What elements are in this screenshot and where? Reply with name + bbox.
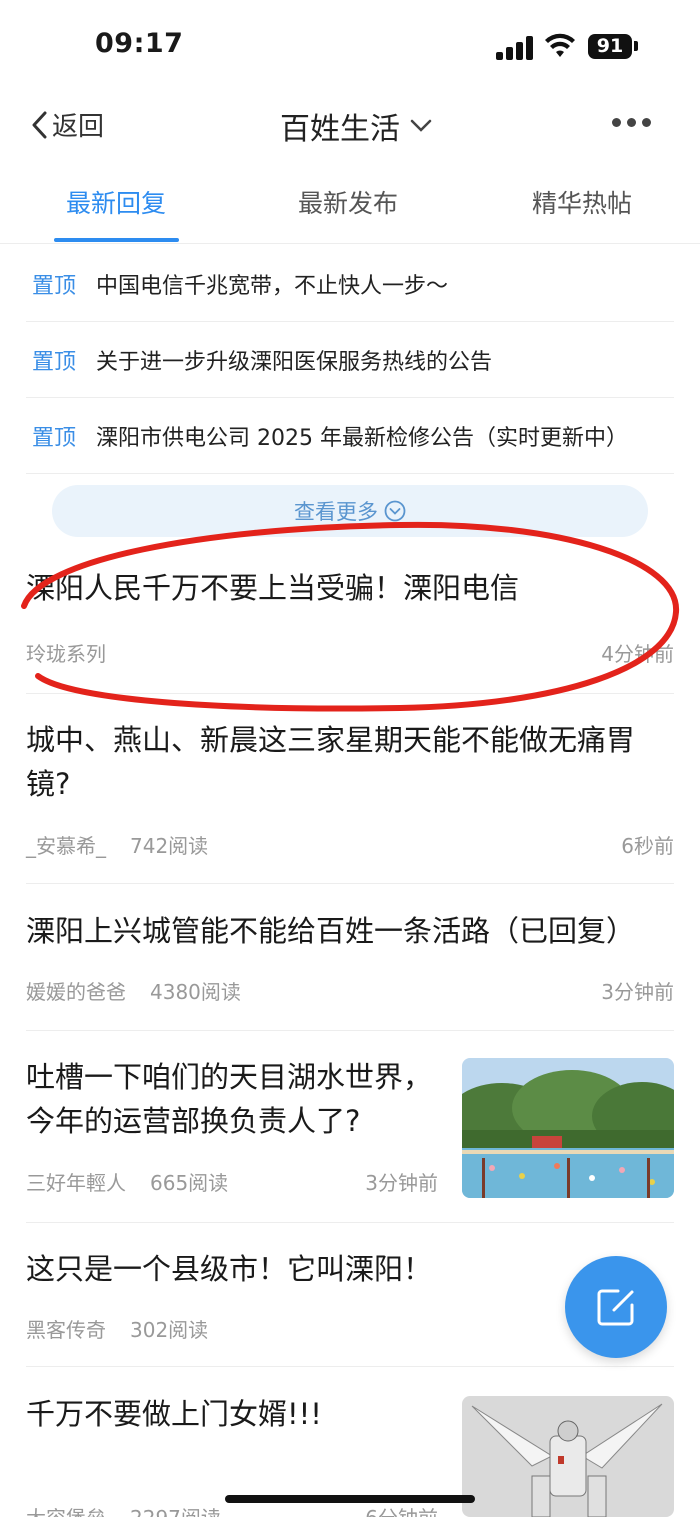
post-meta: 黑客传奇 302阅读	[26, 1314, 208, 1343]
chevron-circle-down-icon	[384, 500, 406, 522]
pinned-title: 溧阳市供电公司 2025 年最新检修公告（实时更新中）	[96, 425, 628, 451]
post-title: 吐槽一下咱们的天目湖水世界，今年的运营部换负责人了?	[26, 1060, 433, 1138]
post-time: 6分钟前	[365, 1502, 438, 1517]
compose-button[interactable]	[565, 1256, 667, 1358]
tab-active-indicator	[54, 238, 179, 242]
pinned-item[interactable]: 置顶 溧阳市供电公司 2025 年最新检修公告（实时更新中）	[26, 398, 674, 474]
battery-tip	[634, 41, 638, 51]
back-button[interactable]: 返回	[30, 106, 104, 143]
wifi-icon	[545, 33, 575, 57]
chevron-down-icon	[410, 119, 432, 132]
status-bar: 09:17 91	[0, 0, 700, 90]
edit-icon	[597, 1289, 634, 1326]
post-reads: 742阅读	[130, 834, 209, 858]
post-author: 媛媛的爸爸	[26, 980, 126, 1004]
tab-bar: 最新回复 最新发布 精华热帖	[0, 170, 700, 244]
tab-latest-reply[interactable]: 最新回复	[66, 184, 166, 220]
robot-figure-thumbnail	[462, 1396, 674, 1517]
post-author: 玲珑系列	[26, 642, 106, 666]
post-meta: 大容堡垒 2297阅读	[26, 1502, 221, 1517]
post-time: 3分钟前	[365, 1171, 438, 1195]
home-indicator	[225, 1495, 475, 1503]
pinned-tag: 置顶	[32, 273, 77, 299]
status-time: 09:17	[95, 28, 184, 59]
post-author: 大容堡垒	[26, 1502, 106, 1517]
post-meta: 媛媛的爸爸 4380阅读	[26, 976, 241, 1005]
post-title: 溧阳上兴城管能不能给百姓一条活路（已回复）	[26, 914, 636, 948]
pinned-tag: 置顶	[32, 425, 77, 451]
nav-bar: 返回 百姓生活	[0, 92, 700, 156]
post-item[interactable]: 溧阳人民千万不要上当受骗！溧阳电信 玲珑系列 4分钟前	[26, 566, 674, 694]
tab-featured[interactable]: 精华热帖	[532, 184, 632, 220]
tab-latest-post[interactable]: 最新发布	[298, 184, 398, 220]
page-title: 百姓生活	[280, 112, 400, 147]
back-label: 返回	[52, 112, 105, 142]
post-author: 黑客传奇	[26, 1318, 106, 1342]
pinned-title: 关于进一步升级溧阳医保服务热线的公告	[96, 349, 493, 375]
post-reads: 4380阅读	[150, 980, 241, 1004]
pinned-title: 中国电信千兆宽带，不止快人一步～	[96, 273, 449, 299]
post-meta: _安慕希_ 742阅读	[26, 830, 208, 859]
pinned-item[interactable]: 置顶 中国电信千兆宽带，不止快人一步～	[26, 246, 674, 322]
post-reads: 302阅读	[130, 1318, 209, 1342]
more-options-icon[interactable]	[612, 118, 652, 128]
chevron-left-icon	[32, 111, 47, 138]
battery-icon: 91	[588, 34, 632, 59]
see-more-button[interactable]: 查看更多	[52, 485, 648, 537]
forum-selector[interactable]: 百姓生活	[280, 104, 432, 148]
post-time: 3分钟前	[601, 980, 674, 1004]
post-title: 溧阳人民千万不要上当受骗！溧阳电信	[26, 571, 520, 605]
post-author: 三好年輕人	[26, 1171, 126, 1195]
water-park-thumbnail	[462, 1058, 674, 1198]
post-author: _安慕希_	[26, 834, 106, 858]
post-time: 4分钟前	[601, 642, 674, 666]
post-reads: 2297阅读	[130, 1502, 221, 1517]
post-item[interactable]: 溧阳上兴城管能不能给百姓一条活路（已回复） 媛媛的爸爸 4380阅读 3分钟前	[26, 909, 674, 1031]
cellular-signal-icon	[496, 36, 534, 60]
post-meta: 三好年輕人 665阅读	[26, 1167, 228, 1196]
post-title: 城中、燕山、新晨这三家星期天能不能做无痛胃镜?	[26, 723, 636, 801]
post-item[interactable]: 城中、燕山、新晨这三家星期天能不能做无痛胃镜? _安慕希_ 742阅读 6秒前	[26, 718, 674, 884]
see-more-label: 查看更多	[294, 500, 378, 524]
post-time: 6秒前	[621, 834, 674, 858]
post-title: 千万不要做上门女婿!!!	[26, 1397, 322, 1431]
post-meta: 玲珑系列	[26, 638, 106, 667]
pinned-tag: 置顶	[32, 349, 77, 375]
post-reads: 665阅读	[150, 1171, 229, 1195]
pinned-item[interactable]: 置顶 关于进一步升级溧阳医保服务热线的公告	[26, 322, 674, 398]
